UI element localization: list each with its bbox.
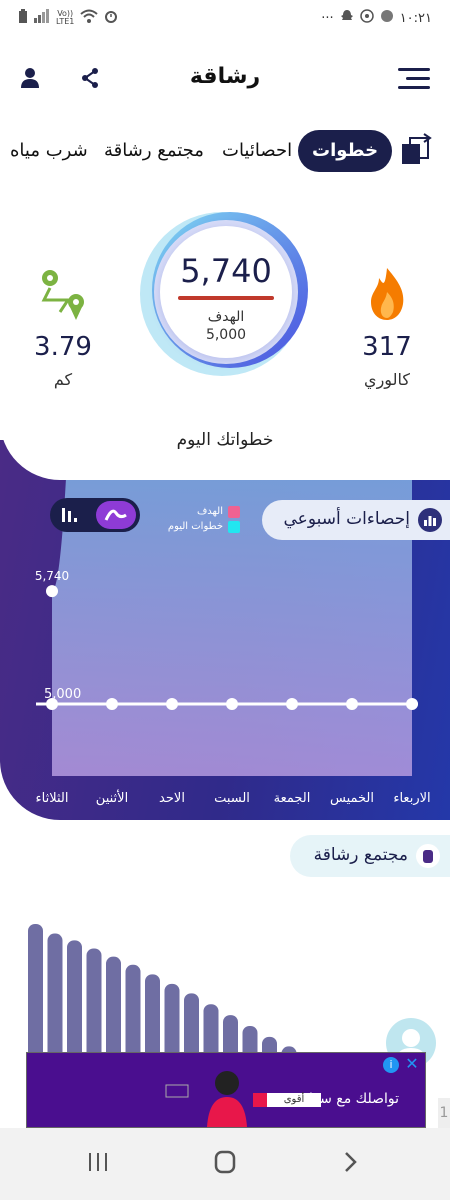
goal-point <box>46 698 58 710</box>
wifi-icon <box>80 9 99 27</box>
legend-goal: الهدف <box>160 504 240 519</box>
steps-progress-ring: 5,740 الهدف 5,000 <box>140 204 312 376</box>
distance-value: 3.79 <box>34 332 92 362</box>
status-icons-right: ··· ١٠:٢١ <box>321 9 432 27</box>
community-bar <box>164 983 180 1060</box>
ad-side-marker: 1 <box>438 1098 450 1128</box>
area-chart-option-icon[interactable] <box>96 501 136 529</box>
goal-label: الهدف <box>207 309 245 325</box>
recents-icon <box>87 1151 109 1177</box>
ad-text: تواصلك مع سوا <box>308 1091 399 1107</box>
community-bar <box>47 933 63 1060</box>
weekly-stats-panel: 5,0005,740الثلاثاء13,882الأثنين12,963الا… <box>0 440 450 820</box>
goal-value: 5,000 <box>205 327 247 343</box>
legend-today: خطوات اليوم <box>160 519 240 534</box>
notification-overflow: ··· <box>321 10 334 26</box>
legend-today-swatch <box>228 520 240 533</box>
community-bar <box>86 948 102 1060</box>
menu-button[interactable] <box>394 62 434 98</box>
system-nav-bar <box>0 1128 450 1200</box>
route-icon <box>38 270 88 326</box>
chart-type-toggle[interactable] <box>50 498 140 532</box>
community-bar <box>184 993 199 1060</box>
alarm-icon <box>104 9 118 27</box>
swap-icon <box>398 133 436 174</box>
home-button[interactable] <box>205 1148 245 1180</box>
tab-bar: شرب مياه مجتمع رشاقة احصائيات خطوات <box>0 130 450 176</box>
tab-water[interactable]: شرب مياه <box>10 130 88 172</box>
bar-chart-option-icon[interactable] <box>58 504 86 526</box>
chart-legend: الهدف خطوات اليوم <box>160 504 240 534</box>
back-chevron-icon <box>342 1150 358 1178</box>
network-label: Vo)) LTE1 <box>56 10 74 26</box>
tab-statistics[interactable]: احصائيات <box>222 130 292 172</box>
status-bar: Vo)) LTE1 ··· ١٠:٢١ <box>0 0 450 36</box>
legend-goal-swatch <box>228 505 240 518</box>
back-button[interactable] <box>330 1148 370 1180</box>
steps-value: 5,740 <box>180 252 272 290</box>
goal-point <box>346 698 358 710</box>
goal-divider <box>178 296 274 300</box>
weekly-stats-header: إحصاءات أسبوعي <box>262 500 450 540</box>
community-leaderboard-bars <box>28 924 297 1060</box>
day-tick-label: الجمعة <box>274 791 311 806</box>
goal-point <box>286 698 298 710</box>
community-bar <box>28 924 43 1060</box>
goal-point <box>406 698 418 710</box>
day-tick-label: الاربعاء <box>393 791 430 806</box>
menu-icon <box>398 66 430 94</box>
day-tick-label: الخميس <box>330 791 374 806</box>
day-tick-label: الاحد <box>159 791 185 806</box>
snapchat-icon <box>340 9 354 27</box>
day-tick-label: الثلاثاء <box>36 791 69 806</box>
community-title: مجتمع رشاقة <box>313 845 408 865</box>
steps-counter: 5,740 الهدف 5,000 <box>160 226 292 358</box>
battery-icon <box>18 8 28 28</box>
steps-area <box>52 440 412 776</box>
clock: ١٠:٢١ <box>399 10 432 26</box>
ad-close-icon[interactable]: ✕ <box>403 1055 421 1073</box>
day-tick-label: السبت <box>214 791 250 806</box>
page-title: رشاقة <box>189 64 261 89</box>
ad-info-icon[interactable]: i <box>383 1057 399 1073</box>
legend-today-label: خطوات اليوم <box>167 521 223 532</box>
weekly-stats-title: إحصاءات أسبوعي <box>283 509 410 529</box>
weekly-steps-chart: 5,0005,740الثلاثاء13,882الأثنين12,963الا… <box>35 440 431 806</box>
goal-point <box>106 698 118 710</box>
distance-stat: 3.79 كم <box>18 266 108 389</box>
ad-camera-icon <box>165 1083 189 1103</box>
day-tick-label: الأثنين <box>96 789 128 806</box>
tab-steps[interactable]: خطوات <box>298 130 393 172</box>
steps-data-label: 5,740 <box>35 569 69 583</box>
legend-goal-label: الهدف <box>196 506 223 517</box>
fist-icon <box>416 844 440 868</box>
today-steps-caption: خطواتك اليوم <box>176 430 274 450</box>
switch-view-button[interactable] <box>398 132 436 170</box>
goal-point <box>226 698 238 710</box>
calories-unit: كالوري <box>364 370 410 389</box>
steps-point[interactable] <box>46 585 58 598</box>
stats-chart-icon <box>418 508 442 532</box>
community-bar <box>67 940 82 1060</box>
app-header: رشاقة <box>0 50 450 110</box>
community-header: مجتمع رشاقة <box>290 835 450 877</box>
app-notification-icon <box>380 9 394 27</box>
goal-point <box>166 698 178 710</box>
calories-stat: 317 كالوري <box>342 266 432 389</box>
ad-banner[interactable]: أقوى تواصلك مع سوا i ✕ <box>26 1052 426 1128</box>
community-bar <box>125 964 141 1060</box>
calories-value: 317 <box>362 332 412 362</box>
signal-icon <box>34 9 50 27</box>
community-bar <box>145 974 160 1060</box>
distance-unit: كم <box>53 370 73 389</box>
home-icon <box>213 1150 237 1178</box>
tab-community[interactable]: مجتمع رشاقة <box>104 130 204 172</box>
flame-icon <box>367 268 407 326</box>
recent-apps-button[interactable] <box>78 1148 118 1180</box>
status-icons-left: Vo)) LTE1 <box>18 8 118 28</box>
whatsapp-icon <box>359 9 374 27</box>
today-steps-card: 3.79 كم 5,740 الهدف 5,000 317 كالوري خطو… <box>0 180 450 480</box>
community-bar <box>106 956 121 1060</box>
network-label-bottom: LTE1 <box>56 17 75 26</box>
